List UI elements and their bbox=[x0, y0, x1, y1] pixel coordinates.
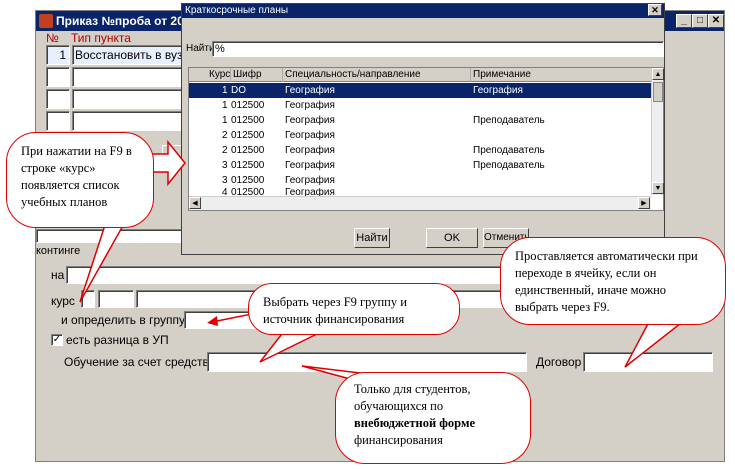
callout-students: Только для студентов, обучающихся по вне… bbox=[335, 372, 531, 464]
callout-f9-courses: При нажатии на F9 в строке «курс» появля… bbox=[6, 132, 154, 228]
callout-f9-group: Выбрать через F9 группу и источник финан… bbox=[248, 283, 460, 335]
callout-f9-courses-text: При нажатии на F9 в строке «курс» появля… bbox=[21, 144, 132, 209]
callout-f9-group-text: Выбрать через F9 группу и источник финан… bbox=[263, 295, 407, 326]
callout-students-bold: внебюджетной форме bbox=[354, 416, 476, 430]
callout-auto-text: Проставляется автоматически при переходе… bbox=[515, 249, 698, 314]
callout-tail-f9 bbox=[79, 221, 127, 303]
callout-students-post: финансирования bbox=[354, 433, 443, 447]
callout-students-pre: Только для студентов, обучающихся по bbox=[354, 382, 471, 413]
arrow-head-icon bbox=[207, 316, 218, 326]
callout-auto: Проставляется автоматически при переходе… bbox=[500, 237, 726, 325]
